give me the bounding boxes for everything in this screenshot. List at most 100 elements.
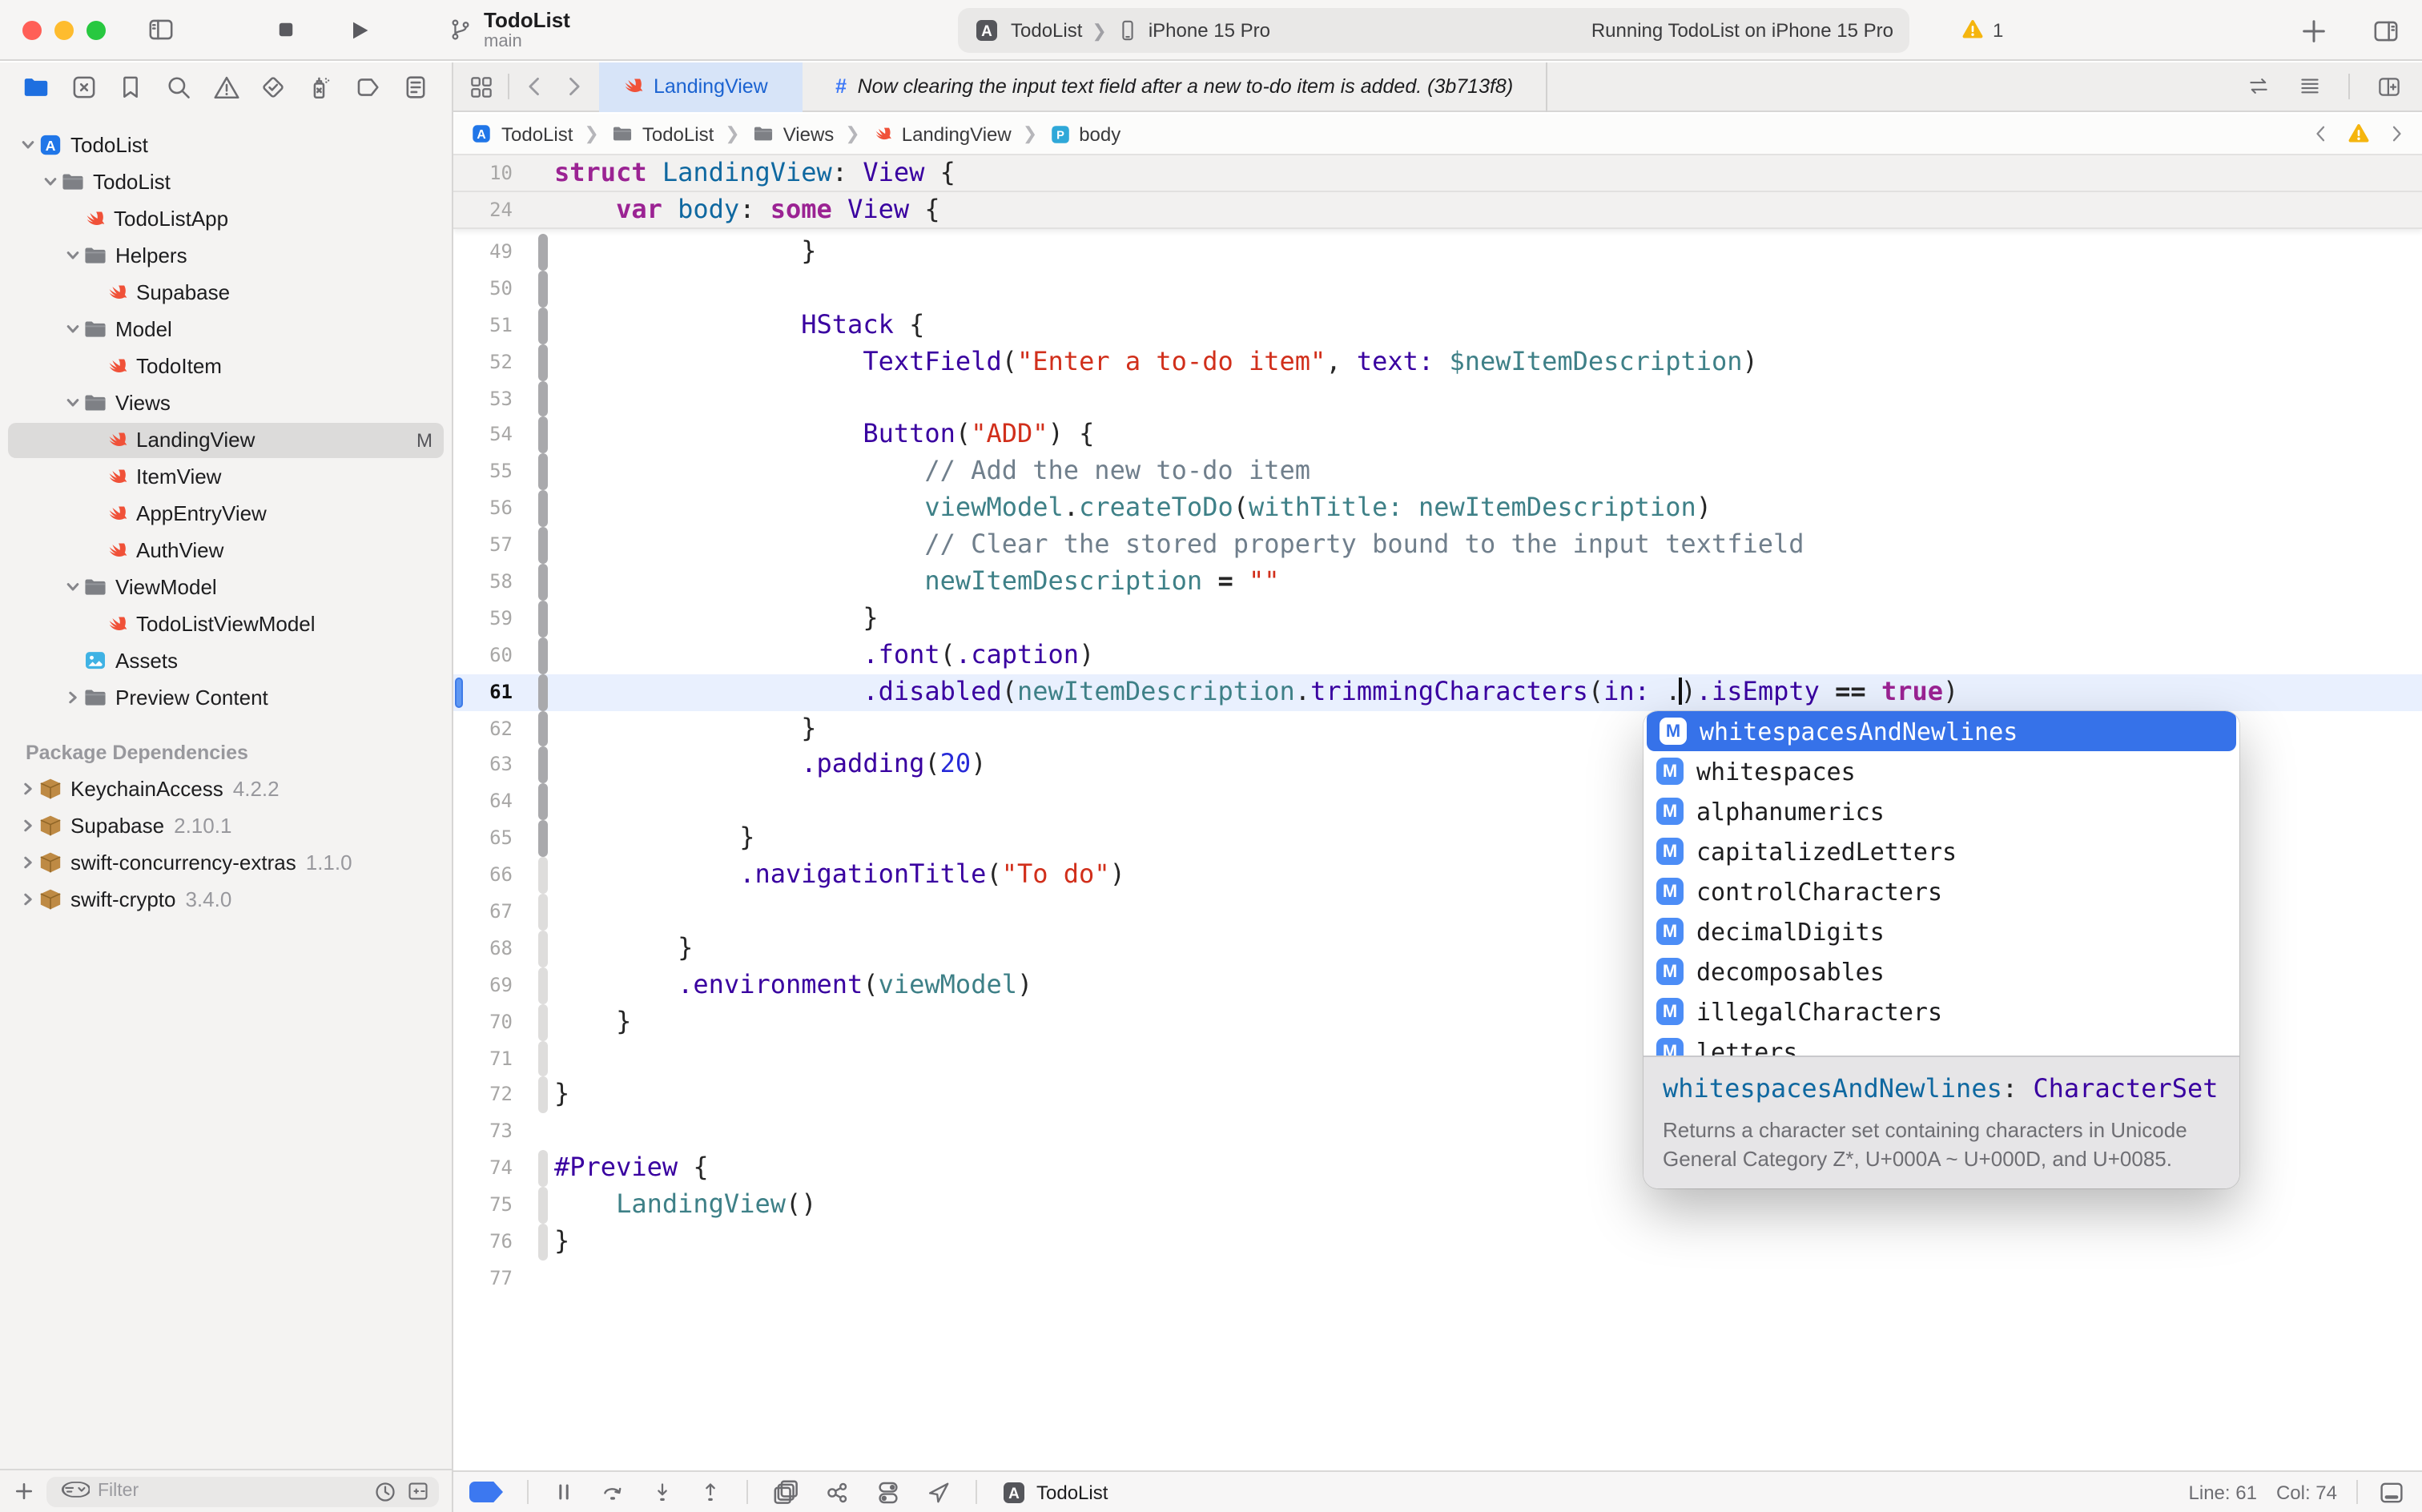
scheme-name[interactable]: TodoList xyxy=(1011,19,1082,42)
sidebar-item-authview[interactable]: AuthView xyxy=(0,532,452,569)
code-line-49[interactable]: 49 } xyxy=(453,234,2422,271)
package-item-swift-crypto[interactable]: swift-crypto3.4.0 xyxy=(0,881,452,918)
code-line-53[interactable]: 53 xyxy=(453,380,2422,417)
completion-item-whitespacesAndNewlines[interactable]: MwhitespacesAndNewlines xyxy=(1647,711,2236,751)
sidebar-item-helpers[interactable]: Helpers xyxy=(0,237,452,274)
completion-item-capitalizedLetters[interactable]: McapitalizedLetters xyxy=(1644,831,2239,871)
code-line-57[interactable]: 57 // Clear the stored property bound to… xyxy=(453,527,2422,564)
source-control-navigator-icon[interactable] xyxy=(70,74,97,101)
code-review-icon[interactable] xyxy=(2246,75,2271,98)
breadcrumb-item[interactable]: ATodoList xyxy=(469,122,573,146)
code-line-58[interactable]: 58 newItemDescription = "" xyxy=(453,564,2422,601)
forward-button[interactable] xyxy=(562,74,585,99)
editor-options-icon[interactable] xyxy=(2297,75,2323,98)
close-window-button[interactable] xyxy=(22,20,42,39)
sidebar-item-supabase[interactable]: Supabase xyxy=(0,274,452,311)
code-line-51[interactable]: 51 HStack { xyxy=(453,308,2422,344)
view-hierarchy-icon[interactable] xyxy=(772,1478,799,1506)
sidebar-item-preview-content[interactable]: Preview Content xyxy=(0,679,452,716)
project-navigator-icon[interactable] xyxy=(22,74,50,101)
stop-button[interactable] xyxy=(274,18,298,42)
code-line-24[interactable]: 24 var body: some View { xyxy=(453,192,2422,229)
warning-count[interactable]: 1 xyxy=(1961,18,2003,42)
bookmarks-navigator-icon[interactable] xyxy=(118,74,145,101)
zoom-window-button[interactable] xyxy=(86,20,106,39)
tests-navigator-icon[interactable] xyxy=(260,74,287,101)
simulate-location-icon[interactable] xyxy=(926,1479,952,1505)
filter-field[interactable]: Filter xyxy=(46,1476,439,1506)
breadcrumb-item[interactable]: TodoList xyxy=(610,122,714,146)
sidebar-item-viewmodel[interactable]: ViewModel xyxy=(0,569,452,605)
code-line-56[interactable]: 56 viewModel.createToDo(withTitle: newIt… xyxy=(453,490,2422,527)
disclosure-closed-icon[interactable] xyxy=(61,689,83,706)
add-editor-icon[interactable] xyxy=(2376,74,2403,99)
disclosure-closed-icon[interactable] xyxy=(16,780,38,798)
code-line-60[interactable]: 60 .font(.caption) xyxy=(453,637,2422,674)
disclosure-open-icon[interactable] xyxy=(61,320,83,338)
step-into-icon[interactable] xyxy=(650,1479,674,1505)
code-line-77[interactable]: 77 xyxy=(453,1261,2422,1297)
toggle-inspector-icon[interactable] xyxy=(2372,17,2400,44)
run-destination[interactable]: iPhone 15 Pro xyxy=(1149,19,1270,42)
sidebar-item-appentryview[interactable]: AppEntryView xyxy=(0,495,452,532)
disclosure-open-icon[interactable] xyxy=(61,578,83,596)
breadcrumb-item[interactable]: Views xyxy=(751,122,835,146)
sidebar-item-todolist[interactable]: TodoList xyxy=(0,163,452,200)
code-line-59[interactable]: 59 } xyxy=(453,601,2422,637)
completion-list[interactable]: MwhitespacesAndNewlinesMwhitespacesMalph… xyxy=(1644,711,2239,1056)
related-items-icon[interactable] xyxy=(469,74,493,99)
disclosure-open-icon[interactable] xyxy=(61,247,83,264)
issues-navigator-icon[interactable] xyxy=(212,74,239,101)
tab-landingview[interactable]: LandingView xyxy=(599,62,803,111)
package-item-swift-concurrency-extras[interactable]: swift-concurrency-extras1.1.0 xyxy=(0,844,452,881)
debug-navigator-icon[interactable] xyxy=(308,74,335,101)
completion-item-decomposables[interactable]: Mdecomposables xyxy=(1644,951,2239,991)
package-item-keychainaccess[interactable]: KeychainAccess4.2.2 xyxy=(0,770,452,807)
memory-graph-icon[interactable] xyxy=(823,1479,851,1505)
tab-commit[interactable]: # Now clearing the input text field afte… xyxy=(803,62,1547,111)
step-out-icon[interactable] xyxy=(698,1479,722,1505)
filter-icon[interactable] xyxy=(54,1480,90,1502)
disclosure-closed-icon[interactable] xyxy=(16,891,38,908)
issue-icon[interactable] xyxy=(2347,122,2371,146)
toggle-navigator-icon[interactable] xyxy=(147,16,175,43)
running-process[interactable]: A TodoList xyxy=(1001,1479,1108,1505)
breakpoints-navigator-icon[interactable] xyxy=(355,74,382,101)
disclosure-open-icon[interactable] xyxy=(38,173,61,191)
pause-execution-icon[interactable] xyxy=(553,1480,575,1504)
reports-navigator-icon[interactable] xyxy=(402,74,429,101)
code-line-75[interactable]: 75 LandingView() xyxy=(453,1187,2422,1224)
completion-item-illegalCharacters[interactable]: MillegalCharacters xyxy=(1644,991,2239,1031)
source-control-filter-icon[interactable] xyxy=(405,1480,431,1502)
debug-area-toggle-icon[interactable] xyxy=(2377,1479,2406,1505)
completion-item-controlCharacters[interactable]: McontrolCharacters xyxy=(1644,871,2239,911)
completion-item-decimalDigits[interactable]: MdecimalDigits xyxy=(1644,911,2239,951)
environment-overrides-icon[interactable] xyxy=(875,1479,902,1505)
sidebar-item-landingview[interactable]: LandingViewM xyxy=(0,421,452,458)
code-line-55[interactable]: 55 // Add the new to-do item xyxy=(453,454,2422,491)
minimize-window-button[interactable] xyxy=(54,20,74,39)
code-line-52[interactable]: 52 TextField("Enter a to-do item", text:… xyxy=(453,344,2422,380)
add-item-button[interactable] xyxy=(13,1480,35,1502)
disclosure-closed-icon[interactable] xyxy=(16,817,38,834)
next-issue-icon[interactable] xyxy=(2387,123,2406,144)
breadcrumb-item[interactable]: LandingView xyxy=(871,123,1012,145)
breadcrumb-item[interactable]: Pbody xyxy=(1048,123,1120,145)
run-button[interactable] xyxy=(346,17,372,42)
completion-item-whitespaces[interactable]: Mwhitespaces xyxy=(1644,751,2239,791)
sidebar-item-todoitem[interactable]: TodoItem xyxy=(0,348,452,384)
recent-files-icon[interactable] xyxy=(373,1479,397,1503)
code-line-50[interactable]: 50 xyxy=(453,271,2422,308)
code-line-61[interactable]: 61 .disabled(newItemDescription.trimming… xyxy=(453,674,2422,710)
sidebar-item-todolistviewmodel[interactable]: TodoListViewModel xyxy=(0,605,452,642)
sidebar-item-itemview[interactable]: ItemView xyxy=(0,458,452,495)
new-tab-button[interactable] xyxy=(2300,17,2327,44)
sidebar-item-assets[interactable]: Assets xyxy=(0,642,452,679)
sidebar-item-todolistapp[interactable]: TodoListApp xyxy=(0,200,452,237)
breakpoints-toggle[interactable] xyxy=(469,1482,503,1502)
package-item-supabase[interactable]: Supabase2.10.1 xyxy=(0,807,452,844)
completion-item-alphanumerics[interactable]: Malphanumerics xyxy=(1644,791,2239,831)
sidebar-item-views[interactable]: Views xyxy=(0,384,452,421)
code-line-76[interactable]: 76} xyxy=(453,1224,2422,1261)
disclosure-closed-icon[interactable] xyxy=(16,854,38,871)
